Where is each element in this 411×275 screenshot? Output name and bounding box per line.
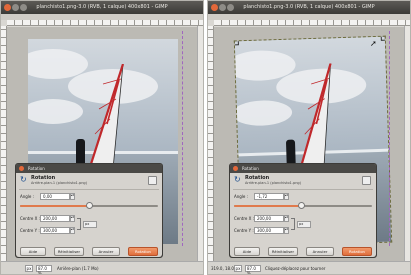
- center-y-input[interactable]: 300,00: [40, 227, 70, 234]
- center-x-spin-arrows-icon[interactable]: ▴▾: [70, 215, 75, 222]
- help-button[interactable]: Aide: [20, 247, 46, 256]
- status-message: Cliquez-déplacez pour tourner: [265, 266, 326, 271]
- reset-button[interactable]: Réinitialiser: [54, 247, 84, 256]
- transform-handle[interactable]: [234, 40, 239, 46]
- help-button[interactable]: Aide: [234, 247, 260, 256]
- mouse-pointer-icon: ➚: [370, 39, 377, 48]
- zoom-select[interactable]: 87.0 %: [245, 265, 261, 274]
- status-message: Arrière-plan (1.7 Mo): [57, 266, 99, 271]
- cancel-button[interactable]: Annuler: [306, 247, 334, 256]
- vertical-scrollbar[interactable]: [404, 26, 410, 261]
- angle-slider-fill: [20, 205, 89, 207]
- rotate-button[interactable]: Rotation: [342, 247, 372, 256]
- zoom-select[interactable]: 87.0 %: [36, 265, 52, 274]
- dialog-titlebar[interactable]: Rotation: [16, 164, 162, 173]
- chain-link-icon[interactable]: [291, 218, 295, 230]
- units-select[interactable]: px: [25, 265, 33, 272]
- window-title: planchisto1.png-3.0 (RVB, 1 calque) 400x…: [36, 4, 168, 10]
- rotate-dialog: Rotation ↻ Rotation Arrière-plan-1 (plan…: [15, 163, 163, 258]
- window-title: planchisto1.png-3.0 (RVB, 1 calque) 400x…: [243, 4, 375, 10]
- rotate-icon: ↻: [20, 175, 27, 184]
- vertical-scrollbar[interactable]: [197, 26, 203, 261]
- rotate-icon: ↻: [234, 175, 241, 184]
- angle-slider-knob[interactable]: [85, 202, 93, 209]
- units-select[interactable]: px: [234, 265, 242, 272]
- center-y-spin-arrows-icon[interactable]: ▴▾: [70, 227, 75, 234]
- dialog-titlebar[interactable]: Rotation: [230, 164, 376, 173]
- center-y-spin-arrows-icon[interactable]: ▴▾: [284, 227, 289, 234]
- divider: [233, 189, 373, 190]
- windsurf-sail: [89, 64, 125, 170]
- horizontal-ruler[interactable]: [7, 20, 203, 26]
- angle-slider[interactable]: [20, 202, 158, 209]
- image-boundary-guide: [182, 31, 183, 246]
- dialog-title: Rotation: [28, 166, 45, 171]
- chain-link-icon[interactable]: [77, 218, 81, 230]
- center-x-label: Centre X :: [234, 216, 255, 221]
- angle-slider[interactable]: [234, 202, 372, 209]
- angle-input[interactable]: -1,72: [254, 193, 284, 200]
- angle-label: Angle :: [20, 194, 35, 199]
- angle-spin-arrows-icon[interactable]: ▴▾: [284, 193, 289, 200]
- window-titlebar[interactable]: planchisto1.png-3.0 (RVB, 1 calque) 400x…: [1, 1, 203, 14]
- window-titlebar[interactable]: planchisto1.png-3.0 (RVB, 1 calque) 400x…: [208, 1, 410, 14]
- rotate-dialog: Rotation ↻ Rotation Arrière-plan-1 (plan…: [229, 163, 377, 258]
- center-y-label: Centre Y :: [234, 228, 254, 233]
- dialog-title: Rotation: [242, 166, 259, 171]
- angle-input[interactable]: 0,00: [40, 193, 70, 200]
- rotate-button[interactable]: Rotation: [128, 247, 158, 256]
- divider: [19, 189, 159, 190]
- horizontal-ruler[interactable]: [214, 20, 410, 26]
- center-y-label: Centre Y :: [20, 228, 40, 233]
- angle-slider-fill: [234, 205, 302, 207]
- dialog-subtitle: Arrière-plan-1 (planchisto1.png): [31, 181, 88, 185]
- statusbar: 319.0, 18.0 px 87.0 % Cliquez-déplacez p…: [208, 261, 410, 274]
- unit-select[interactable]: px: [83, 221, 97, 228]
- center-x-input[interactable]: 200,00: [40, 215, 70, 222]
- dialog-body: ↻ Rotation Arrière-plan-1 (planchisto1.p…: [16, 173, 162, 257]
- screenshot-icon[interactable]: [362, 176, 371, 185]
- unit-select[interactable]: px: [297, 221, 311, 228]
- center-x-spin-arrows-icon[interactable]: ▴▾: [284, 215, 289, 222]
- center-y-input[interactable]: 300,00: [254, 227, 284, 234]
- center-x-input[interactable]: 200,00: [254, 215, 284, 222]
- angle-label: Angle :: [234, 194, 249, 199]
- screenshot-icon[interactable]: [148, 176, 157, 185]
- reset-button[interactable]: Réinitialiser: [268, 247, 298, 256]
- dialog-body: ↻ Rotation Arrière-plan-1 (planchisto1.p…: [230, 173, 376, 257]
- gimp-window-left: planchisto1.png-3.0 (RVB, 1 calque) 400x…: [0, 0, 204, 275]
- pointer-coordinates: 319.0, 18.0: [211, 266, 234, 271]
- angle-spin-arrows-icon[interactable]: ▴▾: [70, 193, 75, 200]
- angle-slider-knob[interactable]: [298, 202, 306, 209]
- dialog-subtitle: Arrière-plan-1 (planchisto1.png): [245, 181, 302, 185]
- dialog-close-icon[interactable]: [19, 166, 24, 171]
- dialog-close-icon[interactable]: [233, 166, 238, 171]
- image-boundary-guide: [389, 31, 390, 246]
- gimp-window-right: planchisto1.png-3.0 (RVB, 1 calque) 400x…: [207, 0, 411, 275]
- center-x-label: Centre X :: [20, 216, 41, 221]
- cancel-button[interactable]: Annuler: [92, 247, 120, 256]
- windsurf-sail: [300, 63, 332, 170]
- statusbar: px 87.0 % Arrière-plan (1.7 Mo): [1, 261, 203, 274]
